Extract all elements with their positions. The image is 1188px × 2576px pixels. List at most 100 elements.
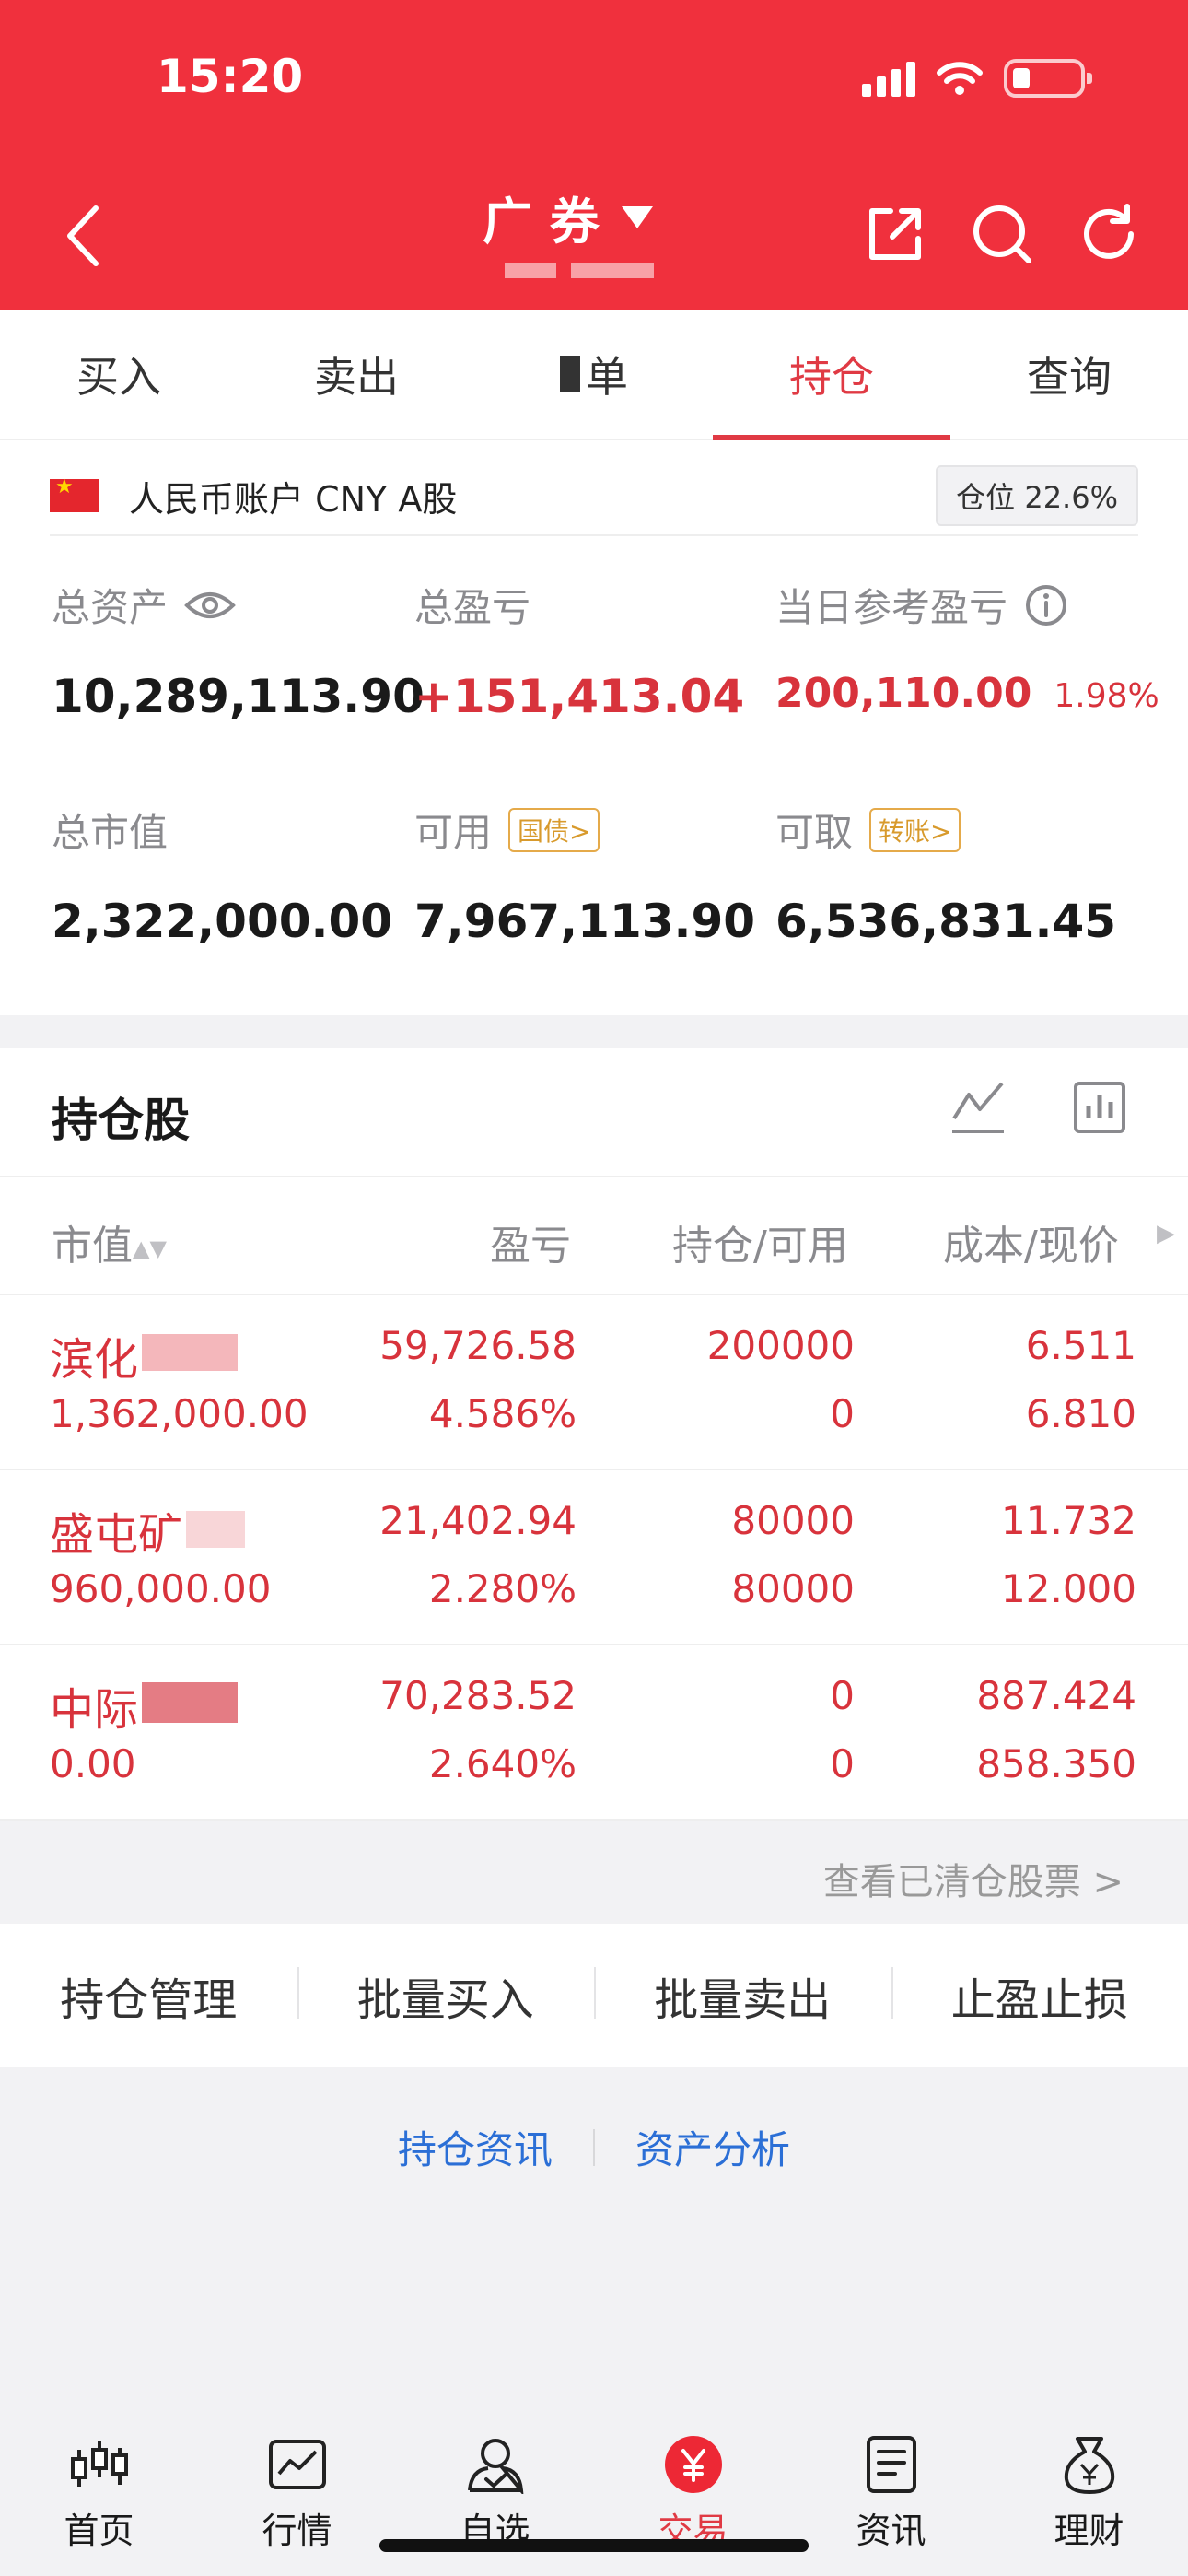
table-row[interactable]: 盛屯矿 960,000.00 21,402.94 2.280% 80000 80…	[0, 1470, 1188, 1645]
daily-pnl: 当日参考盈亏 200,110.00 1.98%	[775, 577, 1159, 717]
holdings-news-link[interactable]: 持仓资讯	[398, 2119, 553, 2175]
market-value-value: 2,322,000.00	[52, 895, 393, 948]
stock-name: 滨化	[50, 1334, 139, 1386]
signal-icon	[862, 60, 915, 97]
yuan-icon	[664, 2436, 722, 2493]
stock-market-value: 1,362,000.00	[50, 1391, 309, 1436]
stock-position: 200000	[706, 1323, 855, 1368]
stock-price: 858.350	[976, 1741, 1136, 1786]
sort-icon: ▲▼	[133, 1235, 167, 1261]
stock-name: 盛屯矿	[50, 1509, 183, 1561]
share-icon	[869, 208, 921, 260]
name-mask	[142, 1334, 238, 1371]
position-column: 持仓/可用	[672, 1223, 848, 1270]
account-subtitle-mask	[505, 263, 670, 278]
bar-chart-icon[interactable]	[1072, 1080, 1127, 1135]
stock-available: 0	[830, 1391, 855, 1436]
sort-market-value[interactable]: 市值▲▼	[52, 1212, 167, 1271]
pnl-column: 盈亏	[490, 1223, 571, 1270]
daily-pnl-pct: 1.98%	[1054, 677, 1159, 715]
stock-position: 80000	[731, 1498, 855, 1543]
tab-buy[interactable]: 买入	[0, 310, 238, 439]
info-icon[interactable]	[1024, 583, 1068, 627]
asset-analysis-link[interactable]: 资产分析	[635, 2119, 790, 2175]
stock-pnl-pct: 2.280%	[428, 1566, 577, 1611]
wifi-icon	[937, 62, 983, 95]
market-value: 总市值 2,322,000.00	[52, 802, 392, 948]
back-button[interactable]	[55, 197, 111, 275]
withdrawable-funds: 可取 转账> 6,536,831.45	[775, 802, 1116, 948]
stock-price: 12.000	[1001, 1566, 1136, 1611]
withdrawable-value: 6,536,831.45	[775, 895, 1117, 948]
stock-price: 6.810	[1025, 1391, 1136, 1436]
nav-market[interactable]: 行情	[198, 2432, 396, 2576]
stock-position: 0	[830, 1673, 855, 1718]
stock-pnl: 59,726.58	[379, 1323, 577, 1368]
table-row[interactable]: 滨化 1,362,000.00 59,726.58 4.586% 200000 …	[0, 1295, 1188, 1470]
stock-name: 中际	[50, 1684, 139, 1736]
stock-available: 0	[830, 1741, 855, 1786]
name-mask	[186, 1511, 245, 1548]
china-flag-icon	[50, 475, 99, 512]
search-icon	[973, 205, 1031, 263]
broker-selector[interactable]: 广 券	[483, 181, 653, 253]
status-time: 15:20	[157, 50, 304, 103]
tab-holdings[interactable]: 持仓	[713, 310, 950, 440]
eye-icon[interactable]	[184, 589, 236, 622]
bottom-nav: 首页 行情 自选 交易 资讯 理财	[0, 2432, 1188, 2576]
refresh-button[interactable]	[1076, 201, 1142, 267]
cleared-stocks-link[interactable]: 查看已清仓股票 >	[823, 1852, 1124, 1905]
account-label: 人民币账户 CNY A股	[129, 478, 458, 520]
manage-holdings-button[interactable]: 持仓管理	[0, 1963, 297, 2028]
stock-market-value: 0.00	[50, 1741, 136, 1786]
account-row[interactable]: 人民币账户 CNY A股 仓位 22.6%	[50, 457, 1138, 536]
tab-orders[interactable]: 单	[475, 310, 713, 439]
stock-pnl-pct: 4.586%	[428, 1391, 577, 1436]
name-mask	[142, 1682, 238, 1723]
stock-cost: 887.424	[976, 1673, 1136, 1718]
trade-tabs: 买入 卖出 单 持仓 查询	[0, 310, 1188, 440]
battery-icon	[1004, 59, 1092, 98]
nav-watchlist[interactable]: 自选	[396, 2432, 594, 2576]
tab-query[interactable]: 查询	[950, 310, 1188, 439]
candlestick-icon	[70, 2441, 128, 2487]
market-value-label: 总市值	[52, 810, 169, 855]
stock-cost: 11.732	[1001, 1498, 1136, 1543]
holdings-header: 持仓股	[0, 1048, 1188, 1177]
chevron-left-icon	[67, 205, 99, 266]
status-icons	[862, 59, 1092, 98]
position-ratio-badge: 仓位 22.6%	[936, 465, 1138, 526]
search-button[interactable]	[969, 201, 1035, 267]
stock-available: 80000	[731, 1566, 855, 1611]
nav-wealth[interactable]: 理财	[990, 2432, 1188, 2576]
stop-profit-loss-button[interactable]: 止盈止损	[891, 1963, 1188, 2028]
tab-orders-label: 单	[586, 352, 628, 402]
available-funds: 可用 国债> 7,967,113.90	[414, 802, 755, 948]
transfer-link[interactable]: 转账>	[869, 807, 961, 852]
share-button[interactable]	[862, 201, 928, 267]
batch-sell-button[interactable]: 批量卖出	[594, 1963, 891, 2028]
app-header: 15:20 广 券	[0, 0, 1188, 310]
user-check-icon	[467, 2439, 523, 2494]
tab-sell[interactable]: 卖出	[238, 310, 475, 439]
total-pnl: 总盈亏 +151,413.04	[414, 577, 744, 723]
stock-cost: 6.511	[1025, 1323, 1136, 1368]
holdings-actions: 持仓管理 批量买入 批量卖出 止盈止损	[0, 1924, 1188, 2067]
total-assets: 总资产 10,289,113.90	[52, 577, 425, 723]
tab-orders-mask	[560, 356, 580, 392]
line-chart-icon[interactable]	[950, 1080, 1006, 1135]
caret-down-icon	[621, 205, 653, 228]
nav-news-label: 资讯	[856, 2511, 926, 2551]
treasury-bond-link[interactable]: 国债>	[508, 807, 600, 852]
nav-news[interactable]: 资讯	[792, 2432, 990, 2576]
batch-buy-button[interactable]: 批量买入	[297, 1963, 595, 2028]
holdings-title: 持仓股	[52, 1094, 190, 1147]
cleared-stocks-row: 查看已清仓股票 >	[0, 1821, 1188, 1924]
scroll-right-icon[interactable]: ▶	[1157, 1220, 1175, 1247]
stock-pnl-pct: 2.640%	[428, 1741, 577, 1786]
info-links: 持仓资讯 资产分析	[0, 2119, 1188, 2175]
nav-trade[interactable]: 交易	[594, 2432, 792, 2576]
table-row[interactable]: 中际 0.00 70,283.52 2.640% 0 0 887.424 858…	[0, 1645, 1188, 1821]
nav-market-label: 行情	[262, 2511, 332, 2551]
nav-home[interactable]: 首页	[0, 2432, 198, 2576]
